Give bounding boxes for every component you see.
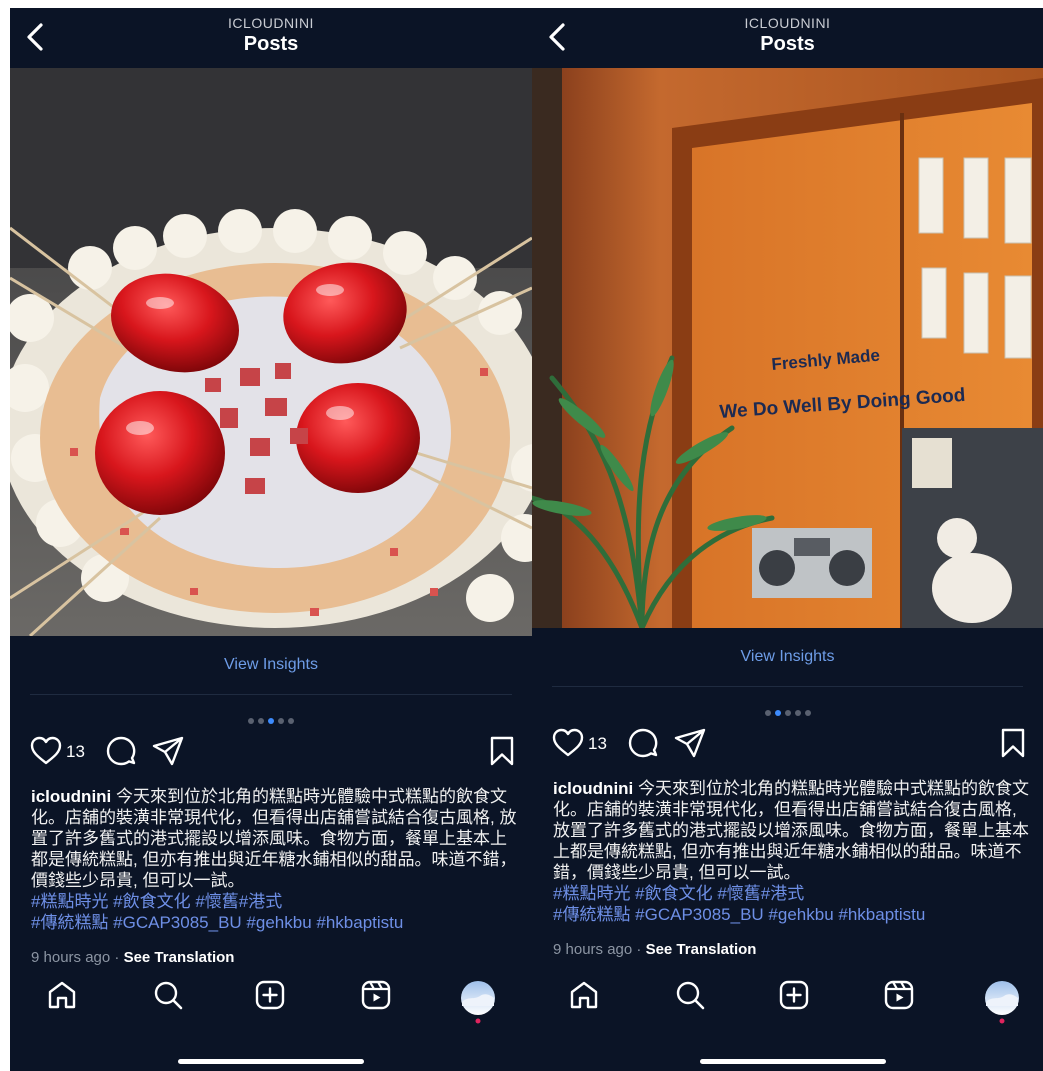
home-icon[interactable] bbox=[47, 980, 77, 1010]
create-post-icon[interactable] bbox=[255, 980, 285, 1010]
header-username: ICLOUDNINI bbox=[228, 15, 314, 31]
post-caption: icloudnini 今天來到位於北角的糕點時光體驗中式糕點的飲食文化。店舖的裝… bbox=[31, 786, 518, 933]
search-icon[interactable] bbox=[153, 980, 183, 1010]
phone-right: ICLOUDNINI Posts Freshly Made We Do Well… bbox=[532, 8, 1043, 1071]
caption-username[interactable]: icloudnini bbox=[553, 779, 633, 798]
page-title: Posts bbox=[760, 33, 815, 55]
avatar[interactable] bbox=[460, 980, 496, 1024]
comment-icon[interactable] bbox=[106, 736, 136, 766]
post-time: 9 hours ago bbox=[553, 941, 633, 958]
hashtags-line-1[interactable]: #糕點時光 #飲食文化 #懷舊#港式 bbox=[31, 892, 282, 911]
reels-icon[interactable] bbox=[884, 980, 914, 1010]
home-indicator bbox=[700, 1059, 886, 1064]
carousel-dots bbox=[532, 703, 1043, 716]
view-insights-link[interactable]: View Insights bbox=[532, 648, 1043, 666]
search-icon[interactable] bbox=[675, 980, 705, 1010]
home-icon[interactable] bbox=[569, 980, 599, 1010]
bottom-nav bbox=[10, 980, 532, 1050]
carousel-dot-active bbox=[774, 710, 781, 716]
carousel-dot bbox=[248, 718, 254, 724]
bookmark-icon[interactable] bbox=[490, 736, 514, 766]
heart-icon[interactable] bbox=[30, 736, 62, 766]
post-actions: 13 bbox=[552, 728, 1025, 760]
meta-separator: · bbox=[114, 949, 120, 966]
share-icon[interactable] bbox=[674, 728, 706, 758]
carousel-dots bbox=[10, 711, 532, 724]
page-title: Posts bbox=[243, 33, 299, 55]
post-photo-storefront[interactable]: Freshly Made We Do Well By Doing Good bbox=[532, 68, 1043, 628]
hashtags-line-2[interactable]: #傳統糕點 #GCAP3085_BU #gehkbu #hkbaptistu bbox=[31, 913, 403, 932]
share-icon[interactable] bbox=[152, 736, 184, 766]
divider bbox=[552, 686, 1023, 687]
bookmark-icon[interactable] bbox=[1001, 728, 1025, 758]
see-translation-link[interactable]: See Translation bbox=[124, 949, 235, 966]
see-translation-link[interactable]: See Translation bbox=[646, 941, 757, 958]
carousel-dot bbox=[794, 710, 801, 716]
likes-count[interactable]: 13 bbox=[66, 742, 85, 762]
post-photo-strawberry-dessert[interactable] bbox=[10, 68, 532, 636]
post-time: 9 hours ago bbox=[31, 949, 111, 966]
profile-tab[interactable] bbox=[460, 980, 496, 1029]
reels-icon[interactable] bbox=[361, 980, 391, 1010]
heart-icon[interactable] bbox=[552, 728, 584, 758]
header-username: ICLOUDNINI bbox=[744, 15, 831, 31]
post-meta: 9 hours ago · See Translation bbox=[31, 949, 234, 966]
carousel-dot-active bbox=[268, 718, 274, 724]
carousel-dot bbox=[764, 710, 771, 716]
carousel-dot bbox=[258, 718, 264, 724]
header: ICLOUDNINI Posts bbox=[10, 8, 532, 68]
carousel-dot bbox=[784, 710, 791, 716]
likes-count[interactable]: 13 bbox=[588, 734, 607, 754]
hashtags-line-2[interactable]: #傳統糕點 #GCAP3085_BU #gehkbu #hkbaptistu bbox=[553, 905, 925, 924]
carousel-dot bbox=[288, 718, 294, 724]
create-post-icon[interactable] bbox=[779, 980, 809, 1010]
caption-username[interactable]: icloudnini bbox=[31, 787, 111, 806]
divider bbox=[30, 694, 512, 695]
post-meta: 9 hours ago · See Translation bbox=[553, 941, 756, 958]
meta-separator: · bbox=[636, 941, 642, 958]
post-caption: icloudnini 今天來到位於北角的糕點時光體驗中式糕點的飲食文化。店舖的裝… bbox=[553, 778, 1029, 925]
hashtags-line-1[interactable]: #糕點時光 #飲食文化 #懷舊#港式 bbox=[553, 884, 804, 903]
carousel-dot bbox=[278, 718, 284, 724]
comment-icon[interactable] bbox=[628, 728, 658, 758]
profile-tab[interactable] bbox=[984, 980, 1020, 1029]
carousel-dot bbox=[804, 710, 811, 716]
avatar[interactable] bbox=[984, 980, 1020, 1024]
phone-left: ICLOUDNINI Posts View Insights 13 icloud… bbox=[10, 8, 532, 1071]
view-insights-link[interactable]: View Insights bbox=[10, 656, 532, 674]
header: ICLOUDNINI Posts bbox=[532, 8, 1043, 68]
bottom-nav bbox=[532, 980, 1043, 1050]
home-indicator bbox=[178, 1059, 364, 1064]
post-actions: 13 bbox=[30, 736, 514, 768]
